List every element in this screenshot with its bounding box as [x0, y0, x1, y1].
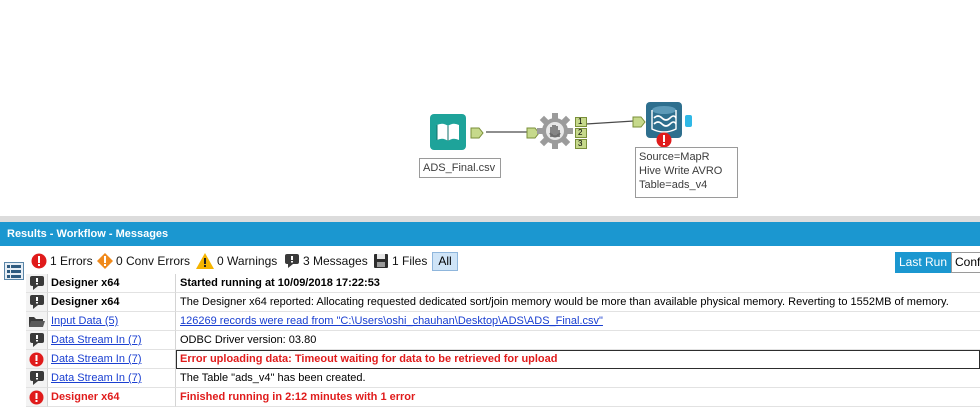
results-header: Results - Workflow - Messages [0, 222, 980, 246]
data-stream-output-anchor[interactable] [685, 115, 692, 127]
input-tool-annotation: ADS_Final.csv [419, 158, 501, 178]
row-source: Designer x64 [48, 274, 176, 293]
row-message: Started running at 10/09/2018 17:22:53 [176, 274, 980, 293]
data-stream-in-link[interactable]: Data Stream In (7) [51, 334, 141, 346]
filter-conv-errors-label: 0 Conv Errors [116, 254, 191, 268]
row-icon-cell [26, 350, 48, 369]
error-icon [29, 390, 44, 404]
block-until-done-tool[interactable] [537, 113, 573, 149]
data-stream-input-anchor[interactable] [632, 116, 646, 128]
input-data-link[interactable]: Input Data (5) [51, 315, 118, 327]
book-icon [430, 114, 466, 150]
row-message: 126269 records were read from "C:\Users\… [176, 312, 980, 331]
folder-icon [28, 317, 45, 327]
annotation-line: Source=MapR [639, 151, 710, 163]
list-view-button[interactable] [4, 262, 24, 280]
workflow-canvas[interactable]: ADS_Final.csv 1 2 3 Source=MapR Hive Wri… [0, 0, 980, 216]
configuration-tab[interactable]: Conf [951, 252, 980, 273]
row-source: Designer x64 [48, 388, 176, 407]
error-icon [31, 253, 47, 269]
row-message: The Designer x64 reported: Allocating re… [176, 293, 980, 312]
warning-icon [196, 253, 214, 269]
message-icon [29, 371, 44, 385]
file-icon [374, 254, 388, 268]
input-data-tool[interactable] [430, 114, 466, 150]
filter-messages[interactable]: 3 Messages [284, 252, 368, 270]
row-message: Error uploading data: Timeout waiting fo… [176, 350, 980, 369]
output-anchor[interactable] [470, 127, 484, 139]
file-path-link[interactable]: 126269 records were read from "C:\Users\… [180, 315, 603, 327]
table-row[interactable]: Data Stream In (7) Error uploading data:… [26, 350, 980, 369]
annotation-line: Hive Write AVRO [639, 165, 723, 177]
error-icon [29, 352, 44, 366]
last-run-tab[interactable]: Last Run [895, 252, 951, 273]
row-message: The Table "ads_v4" has been created. [176, 369, 980, 388]
filter-errors[interactable]: 1 Errors [31, 252, 93, 270]
anchor-1-label: 1 [578, 117, 583, 126]
filter-warnings-label: 0 Warnings [217, 254, 278, 268]
filter-errors-label: 1 Errors [50, 254, 93, 268]
row-source-link: Data Stream In (7) [48, 331, 176, 350]
row-source-link: Data Stream In (7) [48, 350, 176, 369]
conv-error-icon [97, 253, 113, 269]
filter-messages-label: 3 Messages [303, 254, 368, 268]
row-icon-cell [26, 331, 48, 350]
error-icon [656, 132, 672, 148]
filter-files-label: 1 Files [392, 254, 428, 268]
table-row[interactable]: Designer x64 Started running at 10/09/20… [26, 274, 980, 293]
message-icon [285, 254, 299, 268]
row-source: Designer x64 [48, 293, 176, 312]
message-icon [29, 276, 44, 290]
filter-conv-errors[interactable]: 0 Conv Errors [97, 252, 190, 270]
message-icon [29, 295, 44, 309]
filter-files[interactable]: 1 Files [373, 252, 427, 270]
row-message: ODBC Driver version: 03.80 [176, 331, 980, 350]
message-icon [29, 333, 44, 347]
gear-hand-icon [537, 113, 573, 149]
row-source-link: Data Stream In (7) [48, 369, 176, 388]
connection-lines [486, 120, 635, 133]
data-stream-in-link[interactable]: Data Stream In (7) [51, 353, 141, 365]
annotation-line: Table=ads_v4 [639, 179, 708, 191]
anchor-3-label: 3 [578, 139, 583, 148]
row-icon-cell [26, 312, 48, 331]
table-row[interactable]: Designer x64 Finished running in 2:12 mi… [26, 388, 980, 407]
list-icon [7, 265, 21, 278]
data-stream-in-link[interactable]: Data Stream In (7) [51, 372, 141, 384]
filter-all-button[interactable]: All [432, 252, 458, 271]
filter-warnings[interactable]: 0 Warnings [196, 252, 277, 270]
row-icon-cell [26, 388, 48, 407]
table-row[interactable]: Input Data (5) 126269 records were read … [26, 312, 980, 331]
anchor-2-label: 2 [578, 128, 583, 137]
table-row[interactable]: Data Stream In (7) ODBC Driver version: … [26, 331, 980, 350]
row-icon-cell [26, 293, 48, 312]
row-message: Finished running in 2:12 minutes with 1 … [176, 388, 980, 407]
row-icon-cell [26, 274, 48, 293]
block-output-anchors[interactable]: 1 2 3 [575, 117, 588, 151]
table-row[interactable]: Designer x64 The Designer x64 reported: … [26, 293, 980, 312]
input-tool-label: ADS_Final.csv [423, 162, 496, 174]
row-source-link: Input Data (5) [48, 312, 176, 331]
table-row[interactable]: Data Stream In (7) The Table "ads_v4" ha… [26, 369, 980, 388]
output-tool-annotation: Source=MapR Hive Write AVRO Table=ads_v4 [635, 147, 738, 198]
row-icon-cell [26, 369, 48, 388]
